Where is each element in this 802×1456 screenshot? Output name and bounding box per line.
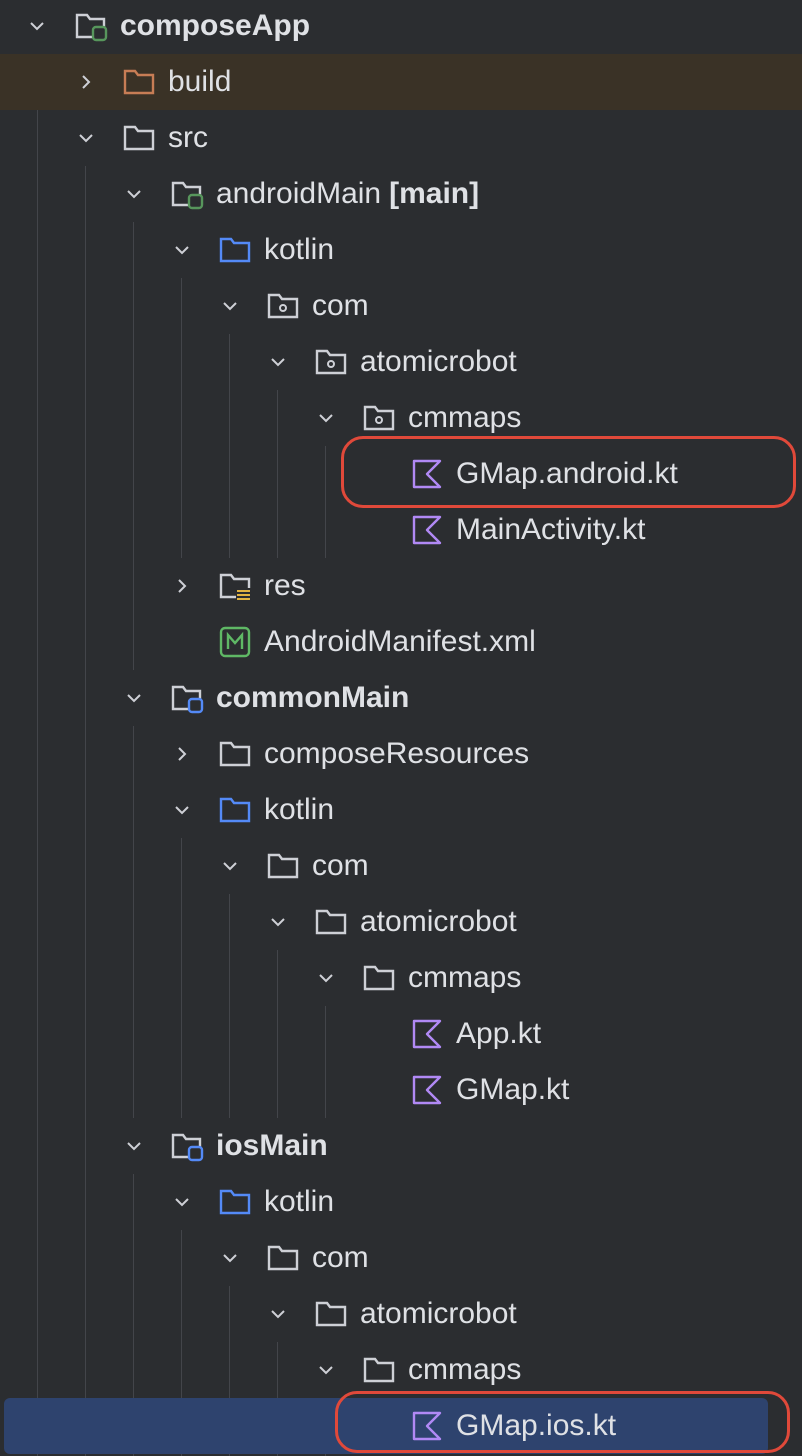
tree-row-label: com	[312, 289, 369, 322]
tree-row-label: composeApp	[120, 9, 311, 42]
tree-row-atomicrobot[interactable]: atomicrobot	[0, 894, 802, 950]
tree-row-mainactivity-kt[interactable]: MainActivity.kt	[0, 502, 802, 558]
tree-row-commonmain[interactable]: commonMain	[0, 670, 802, 726]
tree-row-cmmaps[interactable]: cmmaps	[0, 950, 802, 1006]
tree-row-label: commonMain	[216, 681, 410, 714]
chevron-down-icon[interactable]	[317, 1361, 335, 1379]
kotlin-file-icon	[412, 515, 442, 545]
source-set-folder-icon	[171, 685, 204, 714]
source-root-folder-icon	[219, 1189, 251, 1215]
manifest-file-icon	[219, 626, 251, 658]
tree-row-label: GMap.kt	[456, 1073, 570, 1106]
tree-row-label: kotlin	[264, 793, 335, 826]
chevron-down-icon[interactable]	[125, 1137, 143, 1155]
chevron-down-icon[interactable]	[28, 17, 46, 35]
folder-icon	[315, 1301, 347, 1327]
package-folder-icon	[315, 349, 347, 375]
source-set-suffix: [main]	[389, 177, 480, 210]
tree-row-com[interactable]: com	[0, 838, 802, 894]
tree-row-com[interactable]: com	[0, 278, 802, 334]
tree-row-label: com	[312, 849, 369, 882]
resource-folder-icon	[219, 573, 251, 601]
tree-row-gmap-kt[interactable]: GMap.kt	[0, 1062, 802, 1118]
tree-row-label: atomicrobot	[360, 1297, 517, 1330]
tree-row-name: androidMain	[216, 177, 382, 210]
chevron-right-icon[interactable]	[77, 73, 95, 91]
tree-row-label: iosMain	[216, 1129, 328, 1162]
tree-row-label: build	[168, 65, 232, 98]
chevron-down-icon[interactable]	[173, 1193, 191, 1211]
chevron-down-icon[interactable]	[269, 353, 287, 371]
tree-row-label: App.kt	[456, 1017, 542, 1050]
folder-icon	[267, 853, 299, 879]
tree-row-label: cmmaps	[408, 1353, 522, 1386]
chevron-down-icon[interactable]	[125, 689, 143, 707]
tree-row-label: com	[312, 1241, 369, 1274]
tree-row-cmmaps[interactable]: cmmaps	[0, 1342, 802, 1398]
tree-row-kotlin[interactable]: kotlin	[0, 1174, 802, 1230]
excluded-folder-icon	[123, 69, 155, 95]
chevron-down-icon[interactable]	[269, 1305, 287, 1323]
tree-row-label: composeResources	[264, 737, 530, 770]
tree-row-kotlin[interactable]: kotlin	[0, 222, 802, 278]
folder-icon	[123, 125, 155, 151]
highlight-outline	[341, 436, 796, 508]
chevron-down-icon[interactable]	[77, 129, 95, 147]
chevron-down-icon[interactable]	[173, 801, 191, 819]
source-set-folder-icon	[171, 181, 204, 210]
kotlin-file-icon	[412, 1019, 442, 1049]
tree-row-composeapp[interactable]: composeApp	[0, 0, 802, 54]
chevron-down-icon[interactable]	[173, 241, 191, 259]
kotlin-file-icon	[412, 1075, 442, 1105]
project-tree: composeApp build src androidMain [main] k…	[0, 0, 802, 1456]
tree-row-atomicrobot[interactable]: atomicrobot	[0, 1286, 802, 1342]
tree-row-label: cmmaps	[408, 961, 522, 994]
tree-row-src[interactable]: src	[0, 110, 802, 166]
chevron-down-icon[interactable]	[317, 969, 335, 987]
package-folder-icon	[267, 293, 299, 319]
tree-row-res[interactable]: res	[0, 558, 802, 614]
tree-row-atomicrobot[interactable]: atomicrobot	[0, 334, 802, 390]
tree-row-iosmain[interactable]: iosMain	[0, 1118, 802, 1174]
folder-icon	[219, 741, 251, 767]
chevron-down-icon[interactable]	[221, 297, 239, 315]
folder-icon	[315, 909, 347, 935]
folder-icon	[267, 1245, 299, 1271]
tree-row-label: atomicrobot	[360, 345, 517, 378]
chevron-down-icon[interactable]	[125, 185, 143, 203]
tree-row-kotlin[interactable]: kotlin	[0, 782, 802, 838]
tree-row-label: src	[168, 121, 208, 154]
chevron-right-icon[interactable]	[173, 577, 191, 595]
chevron-down-icon[interactable]	[221, 1249, 239, 1267]
highlight-outline	[335, 1391, 790, 1453]
module-folder-icon	[75, 13, 108, 42]
chevron-right-icon[interactable]	[173, 745, 191, 763]
source-root-folder-icon	[219, 237, 251, 263]
tree-row-label: androidMain [main]	[216, 166, 479, 222]
source-root-folder-icon	[219, 797, 251, 823]
chevron-down-icon[interactable]	[317, 409, 335, 427]
tree-row-label: atomicrobot	[360, 905, 517, 938]
folder-icon	[363, 1357, 395, 1383]
chevron-down-icon[interactable]	[269, 913, 287, 931]
chevron-down-icon[interactable]	[221, 857, 239, 875]
tree-row-androidmanifest-xml[interactable]: AndroidManifest.xml	[0, 614, 802, 670]
tree-row-composeresources[interactable]: composeResources	[0, 726, 802, 782]
tree-row-androidmain[interactable]: androidMain [main]	[0, 166, 802, 222]
package-folder-icon	[363, 405, 395, 431]
tree-row-label: MainActivity.kt	[456, 513, 646, 546]
tree-row-label: res	[264, 569, 306, 602]
tree-row-label: kotlin	[264, 1185, 335, 1218]
source-set-folder-icon	[171, 1133, 204, 1162]
tree-row-label: kotlin	[264, 233, 335, 266]
folder-icon	[363, 965, 395, 991]
tree-row-build[interactable]: build	[0, 54, 802, 110]
tree-row-label: AndroidManifest.xml	[264, 625, 536, 658]
tree-row-app-kt[interactable]: App.kt	[0, 1006, 802, 1062]
tree-row-com[interactable]: com	[0, 1230, 802, 1286]
